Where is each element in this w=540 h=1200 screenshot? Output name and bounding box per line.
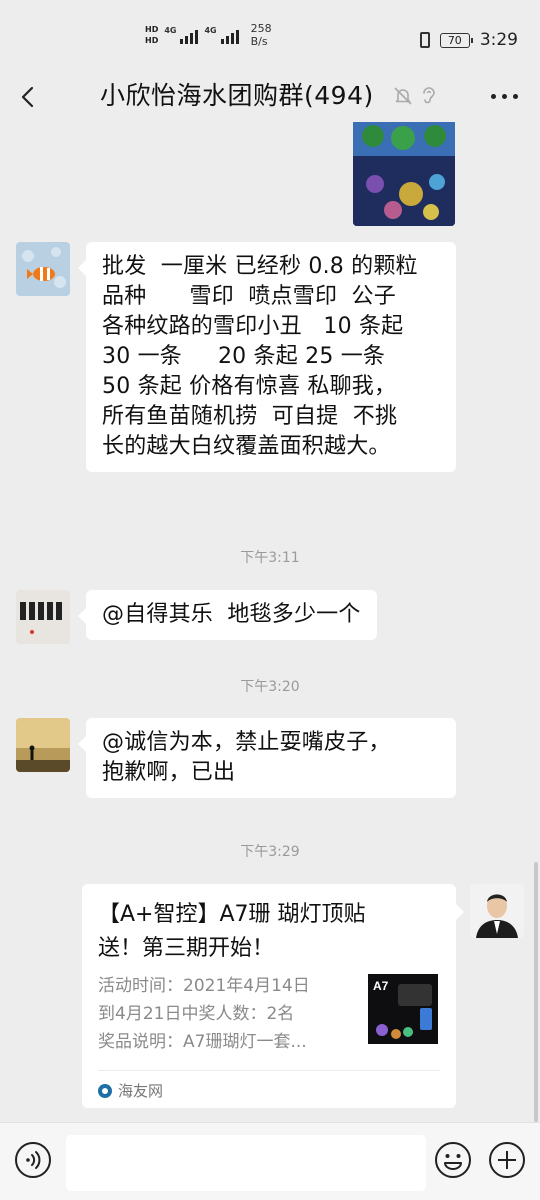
message-line: 各种纹路的雪印小丑 10 条起 — [102, 314, 404, 339]
card-title: 【A+智控】A7珊 瑚灯顶贴 送！第三期开始！ — [98, 898, 440, 966]
timestamp: 下午3:29 — [240, 844, 300, 860]
message-bubble[interactable]: @自得其乐 地毯多少一个 — [78, 590, 377, 640]
back-button[interactable] — [14, 76, 50, 116]
card-divider — [98, 1070, 440, 1071]
hd-label-1: HD — [145, 24, 159, 34]
battery-level: 70 — [447, 33, 462, 47]
network-status: HD HD 4G 4G 258 B/s — [145, 22, 272, 48]
card-thumb-label: A7 — [373, 979, 389, 993]
dot-icon — [502, 94, 507, 99]
image-message[interactable] — [353, 122, 455, 226]
silhouette-avatar-image — [16, 718, 70, 772]
mute-bell-icon — [394, 87, 412, 105]
person-avatar-image — [470, 884, 524, 938]
message-line: 品种 雪印 喷点雪印 公子 — [102, 284, 396, 309]
status-bar: HD HD 4G 4G 258 B/s 70 3:29 — [0, 0, 540, 70]
message-bubble[interactable]: 批发 一厘米 已经秒 0.8 的颗粒 品种 雪印 喷点雪印 公子 各种纹路的雪印… — [78, 242, 456, 472]
vibrate-icon — [419, 32, 430, 48]
speed-value: 258 — [250, 22, 272, 35]
voice-input-button[interactable] — [14, 1141, 52, 1179]
battery-icon: 70 — [439, 32, 473, 48]
timestamp: 下午3:20 — [240, 679, 300, 695]
message-line: 所有鱼苗随机捞 可自提 不挑 — [102, 404, 398, 429]
more-actions-button[interactable] — [488, 1141, 526, 1179]
link-card-message[interactable]: 【A+智控】A7珊 瑚灯顶贴 送！第三期开始！ 活动时间：2021年4月14日 … — [82, 884, 464, 1108]
chevron-left-icon — [21, 86, 34, 108]
card-description: 活动时间：2021年4月14日 到4月21日中奖人数：2名 奖品说明：A7珊瑚灯… — [98, 972, 356, 1056]
emoji-button[interactable] — [434, 1141, 472, 1179]
source-logo-icon — [98, 1083, 112, 1098]
network-speed: 258 B/s — [251, 22, 272, 48]
group-title: 小欣怡海水团购群(494) — [100, 81, 374, 110]
avatar[interactable] — [16, 718, 70, 772]
dot-icon — [513, 94, 518, 99]
signal-icon-1: 4G — [164, 26, 199, 44]
product-image: A7 — [368, 974, 438, 1044]
chat-area[interactable]: 批发 一厘米 已经秒 0.8 的颗粒 品种 雪印 喷点雪印 公子 各种纹路的雪印… — [0, 122, 540, 1122]
card-title-line: 【A+智控】A7珊 瑚灯顶贴 — [98, 902, 366, 927]
earpiece-icon — [423, 87, 435, 104]
avatar[interactable] — [16, 590, 70, 644]
card-title-line: 送！第三期开始！ — [98, 936, 275, 961]
clownfish-avatar-image — [16, 242, 70, 296]
chat-header: 小欣怡海水团购群(494) — [0, 70, 540, 122]
message-line: 30 一条 20 条起 25 一条 — [102, 344, 386, 369]
bottles-avatar-image — [16, 590, 70, 644]
signal-icon-2: 4G — [204, 26, 239, 44]
card-desc-line: 奖品说明：A7珊瑚灯一套... — [98, 1032, 307, 1052]
net-label-2: 4G — [204, 26, 217, 35]
hd-indicator: HD HD — [145, 24, 159, 45]
smile-icon — [435, 1142, 471, 1178]
hd-label-2: HD — [145, 35, 159, 45]
message-line: 长的越大白纹覆盖面积越大。 — [102, 434, 391, 459]
message-text: @自得其乐 地毯多少一个 — [102, 602, 361, 627]
card-desc-line: 到4月21日中奖人数：2名 — [98, 1004, 295, 1024]
net-label-1: 4G — [164, 26, 177, 35]
message-line: @诚信为本，禁止耍嘴皮子， — [102, 730, 391, 755]
message-input[interactable] — [66, 1135, 426, 1191]
speed-unit: B/s — [250, 35, 268, 48]
aquarium-photo — [353, 122, 455, 226]
scrollbar[interactable] — [534, 862, 538, 1122]
plus-icon — [489, 1142, 525, 1178]
dot-icon — [491, 94, 496, 99]
more-options-button[interactable] — [491, 94, 518, 99]
card-thumbnail: A7 — [368, 974, 438, 1044]
card-desc-line: 活动时间：2021年4月14日 — [98, 976, 310, 996]
message-line: 批发 一厘米 已经秒 0.8 的颗粒 — [102, 254, 418, 279]
card-source: 海友网 — [98, 1080, 163, 1101]
voice-icon — [15, 1142, 51, 1178]
source-name: 海友网 — [118, 1082, 164, 1100]
timestamp: 下午3:11 — [240, 550, 300, 566]
input-bar — [0, 1122, 540, 1200]
message-line: 抱歉啊，已出 — [102, 760, 236, 785]
system-status: 70 3:29 — [419, 30, 518, 50]
avatar[interactable] — [16, 242, 70, 296]
message-line: 50 条起 价格有惊喜 私聊我， — [102, 374, 397, 399]
message-bubble[interactable]: @诚信为本，禁止耍嘴皮子， 抱歉啊，已出 — [78, 718, 456, 798]
status-time: 3:29 — [479, 30, 518, 50]
self-avatar[interactable] — [470, 884, 524, 938]
